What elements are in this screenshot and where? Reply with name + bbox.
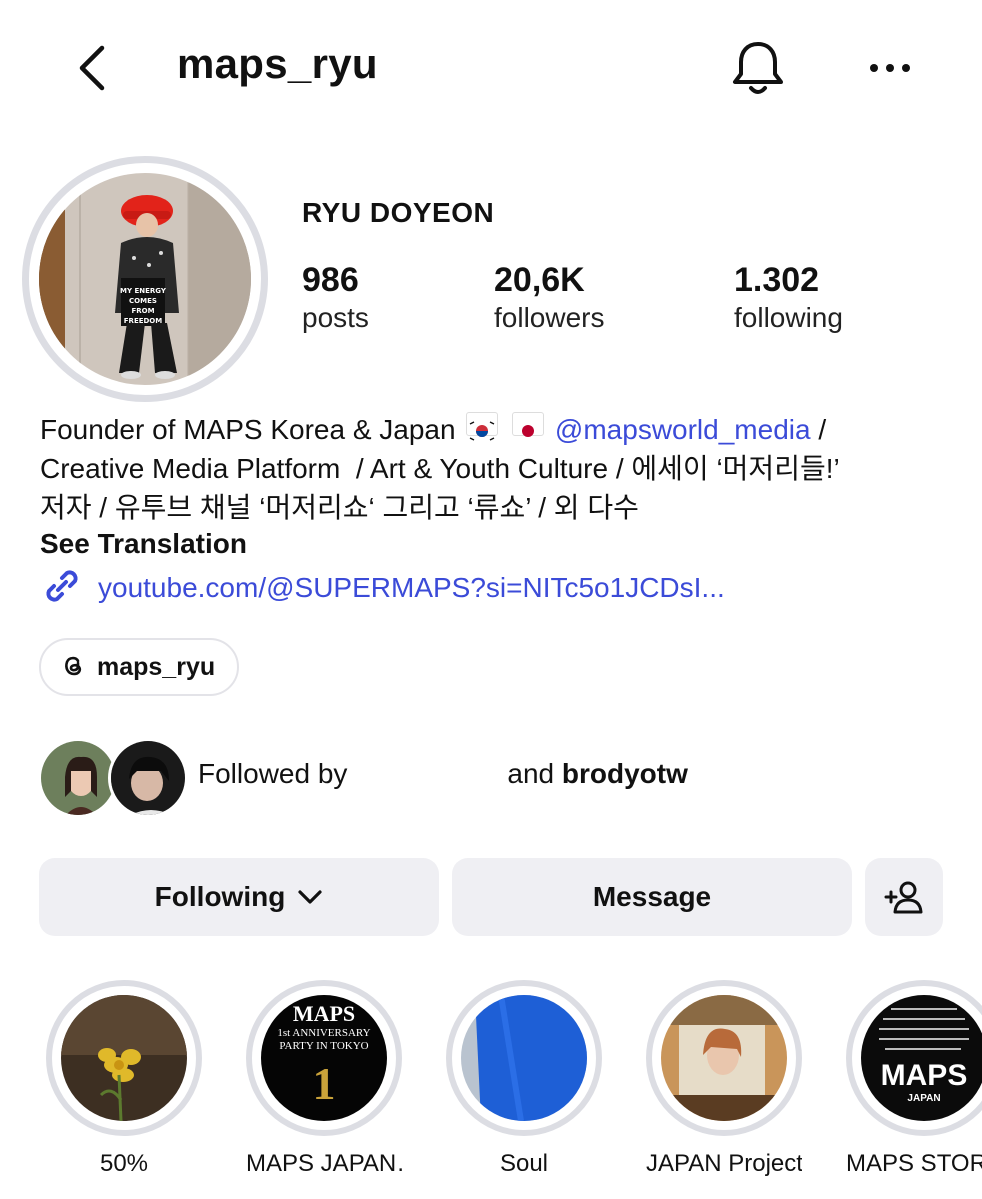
avatar-photo: MY ENERGY COMES FROM FREEDOM bbox=[39, 173, 251, 385]
following-button-label: Following bbox=[154, 881, 286, 912]
bio-line-2: Creative Media Platform / Art & Youth Cu… bbox=[40, 453, 840, 484]
followed-by-name: brodyotw bbox=[561, 758, 688, 789]
svg-text:COMES: COMES bbox=[129, 297, 157, 305]
story-highlight[interactable]: 50% bbox=[46, 980, 202, 1178]
following-count: 1.302 bbox=[734, 261, 820, 299]
highlight-cover-japan-project bbox=[661, 995, 787, 1121]
highlight-ring bbox=[446, 980, 602, 1136]
threads-icon bbox=[59, 651, 87, 684]
message-button[interactable]: Message bbox=[452, 858, 852, 936]
bio-line-1-prefix: Founder of MAPS Korea & Japan bbox=[40, 414, 456, 445]
highlight-label: MAPS STOR bbox=[846, 1150, 982, 1177]
followers-count: 20,6K bbox=[494, 261, 585, 299]
highlight-cover-title: MAPS bbox=[880, 1059, 968, 1092]
followed-by-prefix: Followed by bbox=[198, 758, 348, 789]
story-highlight[interactable]: MAPS 1st ANNIVERSARY PARTY IN TOKYO 1 MA… bbox=[246, 980, 402, 1178]
highlight-cover-subtitle: JAPAN bbox=[907, 1093, 941, 1104]
highlight-ring: MAPS JAPAN bbox=[846, 980, 982, 1136]
profile-link[interactable]: youtube.com/@SUPERMAPS?si=NITc5o1JCDsI..… bbox=[40, 568, 725, 608]
story-highlight[interactable]: Soul bbox=[446, 980, 602, 1178]
highlight-cover-title: MAPS bbox=[292, 1001, 356, 1026]
see-translation-button[interactable]: See Translation bbox=[40, 528, 247, 560]
svg-text:MY ENERGY: MY ENERGY bbox=[120, 287, 167, 295]
follower-avatar-2 bbox=[108, 738, 188, 818]
japan-flag-icon bbox=[512, 412, 545, 437]
highlight-cover-blue bbox=[461, 995, 587, 1121]
profile-bio: Founder of MAPS Korea & Japan @mapsworld… bbox=[40, 410, 960, 527]
threads-handle: maps_ryu bbox=[97, 652, 216, 681]
profile-username: maps_ryu bbox=[177, 40, 378, 87]
story-highlight[interactable]: JAPAN Project bbox=[646, 980, 802, 1178]
bio-mention-link[interactable]: @mapsworld_media bbox=[555, 414, 811, 445]
posts-label: posts bbox=[302, 302, 369, 333]
highlight-ring: MAPS 1st ANNIVERSARY PARTY IN TOKYO 1 bbox=[246, 980, 402, 1136]
highlight-cover-anniversary: MAPS 1st ANNIVERSARY PARTY IN TOKYO 1 bbox=[261, 995, 387, 1121]
highlight-ring bbox=[646, 980, 802, 1136]
story-highlight[interactable]: MAPS JAPAN MAPS STOR bbox=[846, 980, 982, 1178]
followed-by-text: Followed by and brodyotw bbox=[198, 758, 688, 790]
stat-followers[interactable]: 20,6K followers bbox=[494, 260, 604, 336]
bell-icon[interactable] bbox=[728, 36, 788, 98]
bio-line-1: Founder of MAPS Korea & Japan @mapsworld… bbox=[40, 410, 960, 449]
korea-flag-icon bbox=[466, 412, 499, 441]
highlight-label: MAPS JAPAN… bbox=[246, 1150, 402, 1177]
followed-by-and: and bbox=[507, 758, 555, 789]
svg-text:FROM: FROM bbox=[131, 307, 154, 315]
more-options-icon[interactable] bbox=[862, 48, 918, 88]
profile-avatar[interactable]: MY ENERGY COMES FROM FREEDOM bbox=[22, 156, 268, 402]
highlight-cover-number: 1 bbox=[312, 1058, 336, 1109]
bio-line-3: 저자 / 유투브 채널 ‘머저리쇼‘ 그리고 ‘류쇼’ / 외 다수 bbox=[40, 492, 639, 523]
add-user-icon bbox=[884, 879, 924, 915]
top-bar: maps_ryu bbox=[0, 0, 982, 140]
highlight-cover-flower bbox=[61, 995, 187, 1121]
message-button-label: Message bbox=[592, 881, 712, 912]
chevron-down-icon bbox=[297, 888, 323, 906]
threads-badge[interactable]: maps_ryu bbox=[39, 638, 240, 696]
bio-line-1-suffix: / bbox=[810, 414, 827, 445]
following-button[interactable]: Following bbox=[39, 858, 439, 936]
posts-count: 986 bbox=[302, 261, 359, 299]
highlight-cover-maps-store: MAPS JAPAN bbox=[861, 995, 982, 1121]
highlight-cover-subtitle: 1st ANNIVERSARY PARTY IN TOKYO bbox=[277, 1027, 371, 1052]
follower-avatar-1 bbox=[38, 738, 118, 818]
highlight-label: Soul bbox=[499, 1150, 549, 1177]
stat-following[interactable]: 1.302 following bbox=[734, 260, 843, 336]
highlight-label: JAPAN Project bbox=[646, 1150, 802, 1177]
link-url: youtube.com/@SUPERMAPS?si=NITc5o1JCDsI..… bbox=[98, 572, 725, 603]
profile-full-name: RYU DOYEON bbox=[302, 197, 495, 228]
following-label: following bbox=[734, 302, 843, 333]
highlight-label: 50% bbox=[99, 1150, 149, 1177]
add-user-button[interactable] bbox=[865, 858, 943, 936]
followers-label: followers bbox=[494, 302, 605, 333]
link-icon bbox=[40, 566, 84, 611]
followed-by-row[interactable]: Followed by and brodyotw bbox=[38, 738, 938, 818]
highlight-ring bbox=[46, 980, 202, 1136]
back-icon[interactable] bbox=[70, 40, 120, 96]
stat-posts[interactable]: 986 posts bbox=[302, 260, 369, 336]
